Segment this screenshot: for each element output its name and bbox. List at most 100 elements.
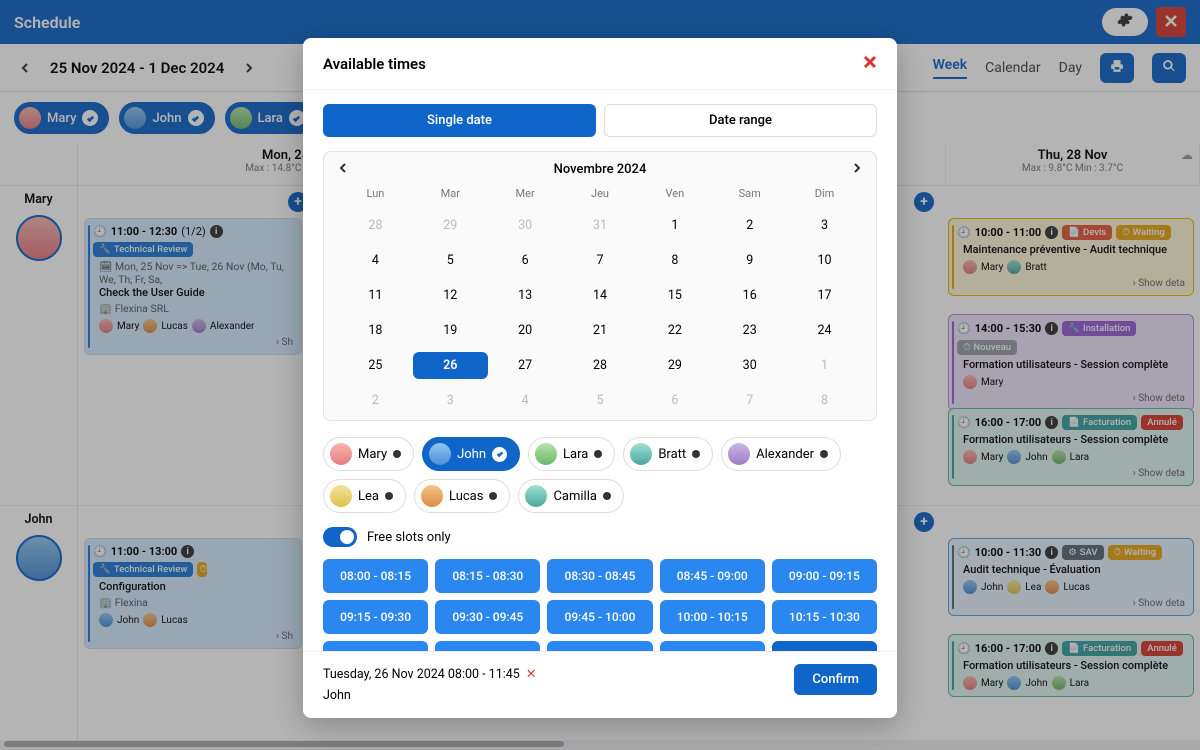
time-slot[interactable]: 11:15 - 11:30 (660, 641, 765, 651)
avatar (429, 443, 451, 465)
status-dot (385, 492, 393, 500)
calendar-day[interactable]: 1 (637, 212, 712, 239)
dow-label: Ven (637, 187, 712, 204)
calendar-day[interactable]: 8 (787, 387, 862, 414)
calendar-day[interactable]: 16 (712, 282, 787, 309)
calendar-day[interactable]: 28 (338, 212, 413, 239)
free-slots-toggle[interactable] (323, 527, 357, 547)
close-icon (863, 54, 877, 73)
avatar (330, 485, 352, 507)
person-pill-alexander[interactable]: Alexander (721, 437, 841, 471)
dow-label: Lun (338, 187, 413, 204)
dow-label: Sam (712, 187, 787, 204)
dow-label: Jeu (563, 187, 638, 204)
calendar-day[interactable]: 3 (787, 212, 862, 239)
calendar-day[interactable]: 14 (563, 282, 638, 309)
avatar (728, 443, 750, 465)
time-slot[interactable]: 08:30 - 08:45 (547, 559, 652, 593)
calendar-day[interactable]: 22 (637, 317, 712, 344)
next-month-button[interactable] (852, 162, 862, 177)
time-slot[interactable]: 08:15 - 08:30 (435, 559, 540, 593)
avatar (421, 485, 443, 507)
time-slot[interactable]: 09:45 - 10:00 (547, 600, 652, 634)
time-slot[interactable]: 10:15 - 10:30 (772, 600, 877, 634)
calendar-day[interactable]: 7 (563, 247, 638, 274)
status-dot (692, 450, 700, 458)
dow-label: Mer (488, 187, 563, 204)
time-slot[interactable]: 11:30 - 11:45 (772, 641, 877, 651)
month-label: Novembre 2024 (554, 162, 647, 177)
calendar-day[interactable]: 2 (338, 387, 413, 414)
calendar-day[interactable]: 21 (563, 317, 638, 344)
status-dot (489, 492, 497, 500)
calendar-day[interactable]: 4 (338, 247, 413, 274)
calendar-day[interactable]: 8 (637, 247, 712, 274)
calendar-day[interactable]: 17 (787, 282, 862, 309)
dow-label: Dim (787, 187, 862, 204)
modal-close-button[interactable] (863, 54, 877, 73)
time-slot[interactable]: 08:45 - 09:00 (660, 559, 765, 593)
calendar-day[interactable]: 7 (712, 387, 787, 414)
time-slot[interactable]: 10:45 - 11:00 (435, 641, 540, 651)
time-slot[interactable]: 09:30 - 09:45 (435, 600, 540, 634)
time-slot[interactable]: 11:00 - 11:15 (547, 641, 652, 651)
dow-label: Mar (413, 187, 488, 204)
segment-date-range[interactable]: Date range (604, 104, 877, 137)
calendar-day[interactable]: 31 (563, 212, 638, 239)
person-pill-john[interactable]: John (422, 437, 520, 471)
time-slot[interactable]: 10:00 - 10:15 (660, 600, 765, 634)
avatar (630, 443, 652, 465)
clear-selection-button[interactable]: ✕ (526, 667, 536, 682)
person-pill-lucas[interactable]: Lucas (414, 479, 510, 513)
person-pill-lara[interactable]: Lara (528, 437, 615, 471)
time-slot[interactable]: 08:00 - 08:15 (323, 559, 428, 593)
calendar-day[interactable]: 5 (413, 247, 488, 274)
calendar-day[interactable]: 29 (413, 212, 488, 239)
person-pill-lea[interactable]: Lea (323, 479, 406, 513)
calendar-day[interactable]: 6 (488, 247, 563, 274)
calendar-day[interactable]: 13 (488, 282, 563, 309)
people-selector: MaryJohnLaraBrattAlexander LeaLucasCamill… (323, 437, 877, 513)
calendar-day[interactable]: 28 (563, 352, 638, 379)
calendar-day[interactable]: 1 (787, 352, 862, 379)
time-slot[interactable]: 09:15 - 09:30 (323, 600, 428, 634)
calendar-day[interactable]: 29 (637, 352, 712, 379)
available-times-modal: Available times Single date Date range N… (303, 38, 897, 718)
calendar-day[interactable]: 9 (712, 247, 787, 274)
calendar-day[interactable]: 30 (712, 352, 787, 379)
calendar-day[interactable]: 25 (338, 352, 413, 379)
calendar-day[interactable]: 19 (413, 317, 488, 344)
calendar-day[interactable]: 2 (712, 212, 787, 239)
calendar-day[interactable]: 18 (338, 317, 413, 344)
calendar-day[interactable]: 11 (338, 282, 413, 309)
mini-calendar: Novembre 2024 LunMarMerJeuVenSamDim28293… (323, 151, 877, 421)
status-dot (594, 450, 602, 458)
calendar-day[interactable]: 27 (488, 352, 563, 379)
calendar-day[interactable]: 24 (787, 317, 862, 344)
time-slot-grid: 08:00 - 08:1508:15 - 08:3008:30 - 08:450… (323, 559, 877, 651)
person-pill-mary[interactable]: Mary (323, 437, 414, 471)
calendar-day[interactable]: 15 (637, 282, 712, 309)
time-slot[interactable]: 10:30 - 10:45 (323, 641, 428, 651)
prev-month-button[interactable] (338, 162, 348, 177)
status-dot (820, 450, 828, 458)
calendar-day[interactable]: 30 (488, 212, 563, 239)
calendar-day[interactable]: 10 (787, 247, 862, 274)
date-mode-segment: Single date Date range (323, 104, 877, 137)
modal-title: Available times (323, 55, 426, 73)
time-slot[interactable]: 09:00 - 09:15 (772, 559, 877, 593)
calendar-day[interactable]: 20 (488, 317, 563, 344)
calendar-day[interactable]: 5 (563, 387, 638, 414)
confirm-button[interactable]: Confirm (794, 664, 877, 695)
calendar-day[interactable]: 12 (413, 282, 488, 309)
person-pill-bratt[interactable]: Bratt (623, 437, 713, 471)
calendar-day[interactable]: 6 (637, 387, 712, 414)
segment-single-date[interactable]: Single date (323, 104, 596, 137)
calendar-day[interactable]: 23 (712, 317, 787, 344)
calendar-day[interactable]: 4 (488, 387, 563, 414)
selection-person: John (323, 685, 536, 706)
calendar-day[interactable]: 26 (413, 352, 488, 379)
avatar (330, 443, 352, 465)
person-pill-camilla[interactable]: Camilla (518, 479, 624, 513)
calendar-day[interactable]: 3 (413, 387, 488, 414)
